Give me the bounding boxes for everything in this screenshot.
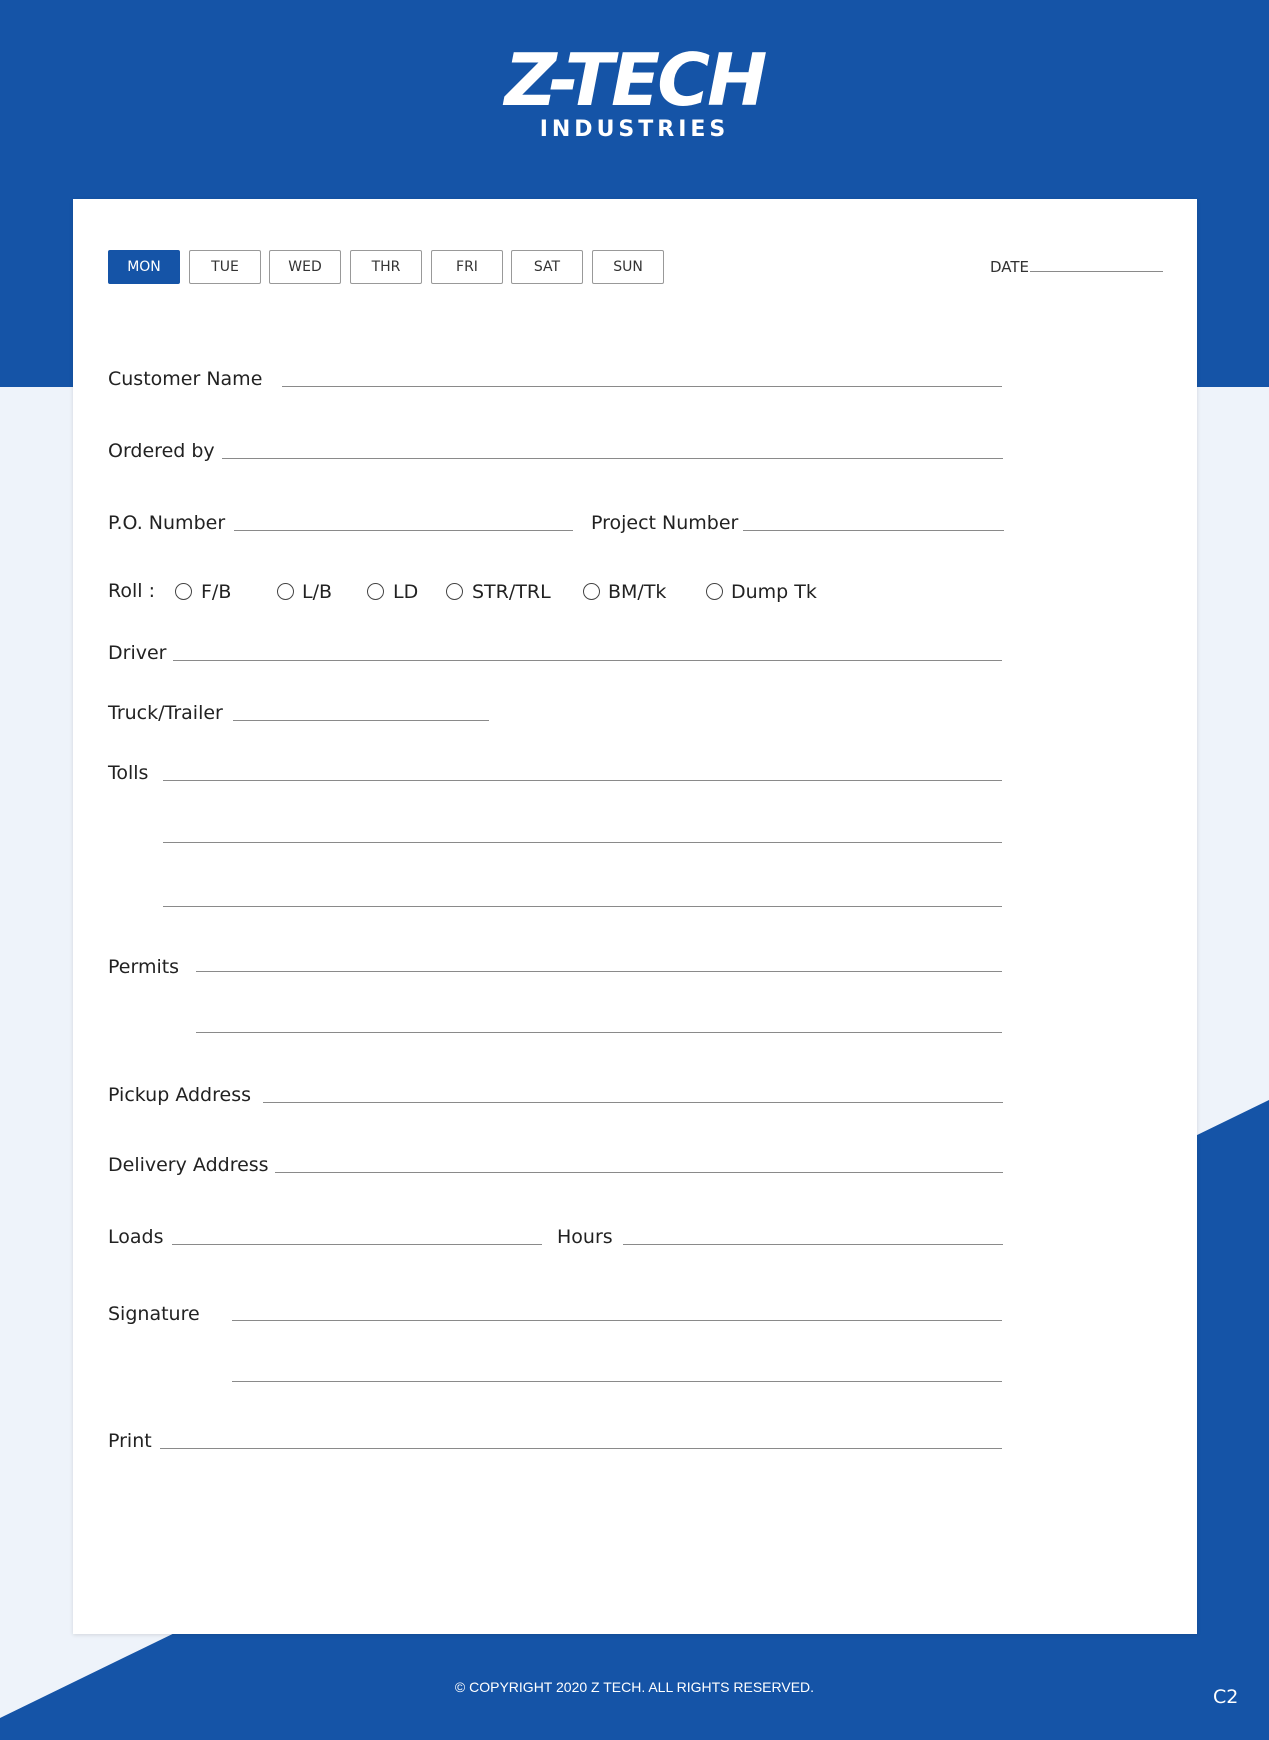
roll-radio-bm-tk[interactable]: [583, 583, 600, 600]
page-code: C2: [1213, 1686, 1239, 1708]
project-number-label: Project Number: [591, 512, 739, 534]
loads-label: Loads: [108, 1226, 164, 1248]
signature-label: Signature: [108, 1303, 200, 1325]
day-button-mon[interactable]: MON: [108, 250, 180, 284]
delivery-address-label: Delivery Address: [108, 1154, 269, 1176]
company-logo: Z-TECH INDUSTRIES: [0, 40, 1269, 150]
driver-label: Driver: [108, 642, 167, 664]
print-field[interactable]: [160, 1448, 1002, 1449]
roll-option-dump-tk: Dump Tk: [731, 581, 817, 603]
logo-subtitle: INDUSTRIES: [539, 117, 730, 142]
tolls-field-line-1[interactable]: [163, 780, 1002, 781]
tolls-field-line-2[interactable]: [163, 842, 1002, 843]
po-number-field[interactable]: [234, 530, 573, 531]
day-button-sun[interactable]: SUN: [592, 250, 664, 284]
roll-option-lb: L/B: [302, 581, 333, 603]
ordered-by-field[interactable]: [222, 458, 1003, 459]
form-card: MON TUE WED THR FRI SAT SUN DATE Custome…: [73, 199, 1197, 1634]
day-button-fri[interactable]: FRI: [431, 250, 503, 284]
tolls-field-line-3[interactable]: [163, 906, 1002, 907]
roll-label: Roll :: [108, 580, 155, 602]
hours-field[interactable]: [623, 1244, 1003, 1245]
signature-field-line-1[interactable]: [232, 1320, 1002, 1321]
roll-radio-dump-tk[interactable]: [706, 583, 723, 600]
roll-radio-lb[interactable]: [277, 583, 294, 600]
customer-name-field[interactable]: [282, 386, 1002, 387]
truck-trailer-label: Truck/Trailer: [108, 702, 223, 724]
ordered-by-label: Ordered by: [108, 440, 215, 462]
print-label: Print: [108, 1430, 152, 1452]
po-number-label: P.O. Number: [108, 512, 226, 534]
roll-option-ld: LD: [393, 581, 419, 603]
driver-field[interactable]: [173, 660, 1002, 661]
roll-option-str-trl: STR/TRL: [472, 581, 551, 603]
roll-radio-str-trl[interactable]: [446, 583, 463, 600]
permits-field-line-1[interactable]: [196, 971, 1002, 972]
customer-name-label: Customer Name: [108, 368, 263, 390]
hours-label: Hours: [557, 1226, 613, 1248]
roll-radio-fb[interactable]: [175, 583, 192, 600]
day-button-sat[interactable]: SAT: [511, 250, 583, 284]
roll-option-bm-tk: BM/Tk: [608, 581, 667, 603]
date-label: DATE: [990, 258, 1030, 276]
permits-field-line-2[interactable]: [196, 1032, 1002, 1033]
truck-trailer-field[interactable]: [233, 720, 489, 721]
project-number-field[interactable]: [743, 530, 1004, 531]
roll-option-fb: F/B: [201, 581, 232, 603]
day-button-tue[interactable]: TUE: [189, 250, 261, 284]
copyright-notice: © COPYRIGHT 2020 Z TECH. ALL RIGHTS RESE…: [454, 1679, 815, 1695]
delivery-address-field[interactable]: [275, 1172, 1003, 1173]
pickup-address-label: Pickup Address: [108, 1084, 251, 1106]
permits-label: Permits: [108, 956, 180, 978]
day-button-wed[interactable]: WED: [269, 250, 341, 284]
day-button-thr[interactable]: THR: [350, 250, 422, 284]
logo-wordmark: Z-TECH: [504, 38, 768, 122]
signature-field-line-2[interactable]: [232, 1381, 1002, 1382]
tolls-label: Tolls: [108, 762, 149, 784]
loads-field[interactable]: [172, 1244, 542, 1245]
roll-radio-ld[interactable]: [367, 583, 384, 600]
pickup-address-field[interactable]: [263, 1102, 1003, 1103]
date-field[interactable]: [1030, 271, 1163, 272]
